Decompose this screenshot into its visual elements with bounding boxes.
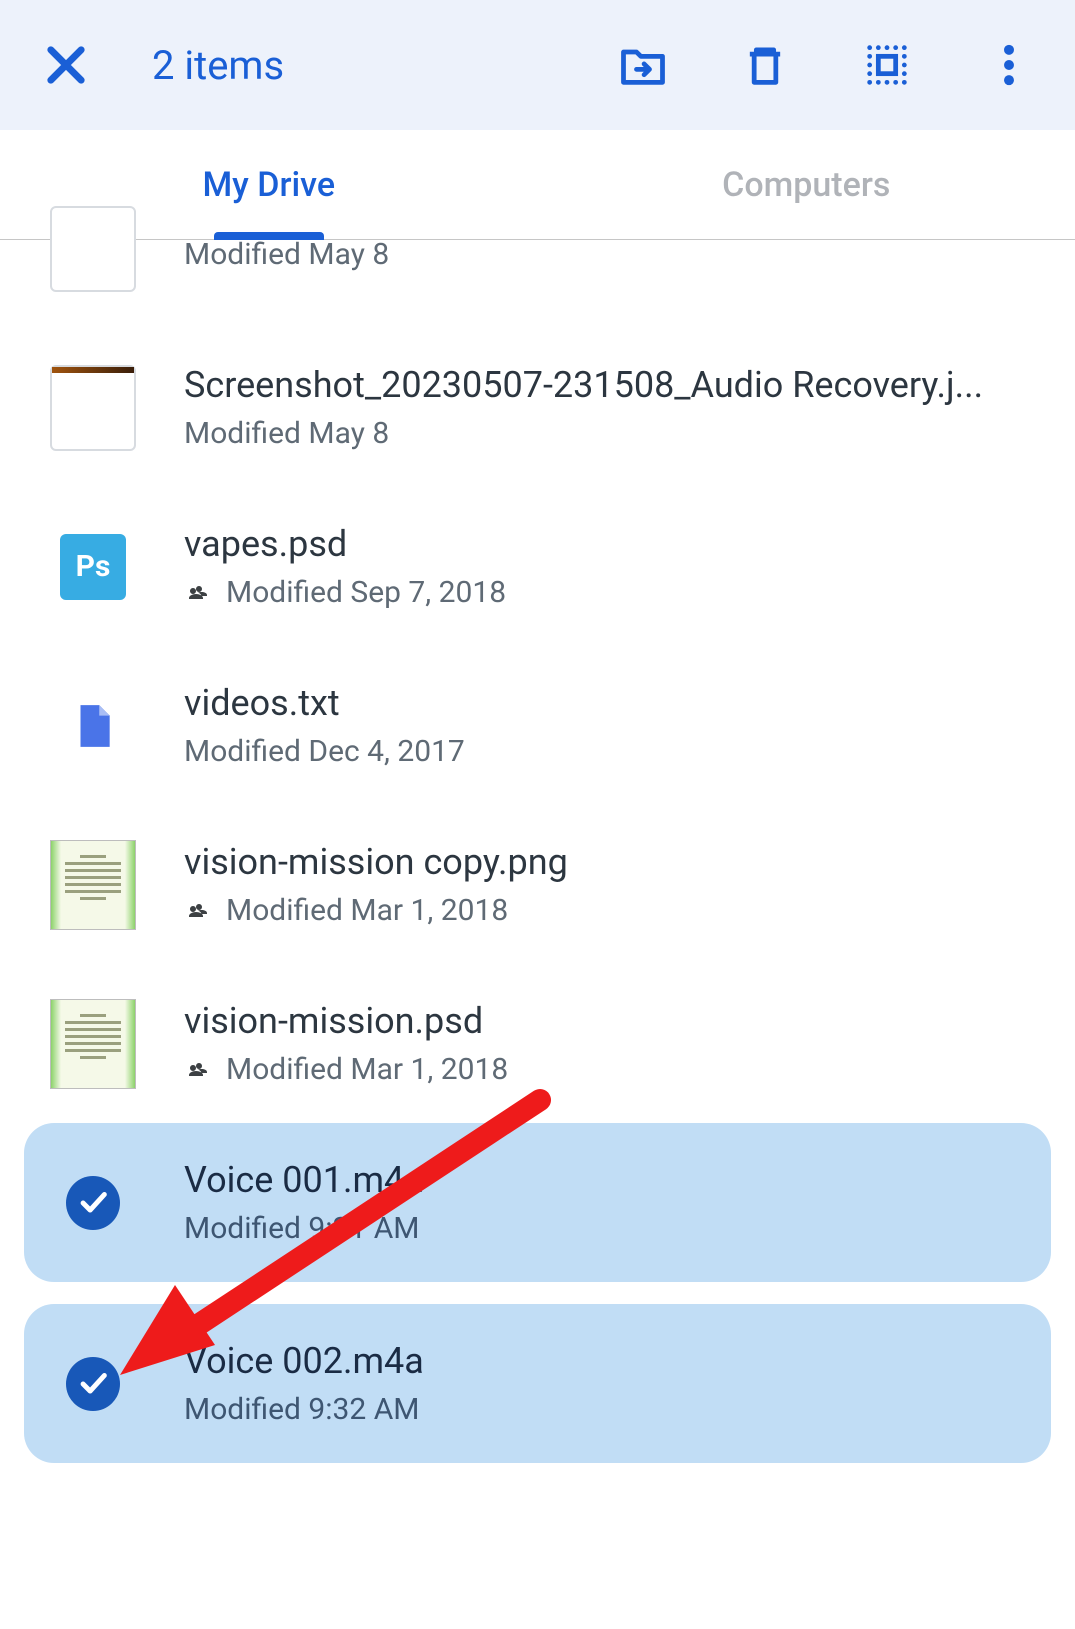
file-modified: Modified Mar 1, 2018 <box>226 1052 508 1087</box>
more-vert-icon <box>983 39 1035 91</box>
image-preview-icon <box>50 840 136 930</box>
trash-icon <box>739 39 791 91</box>
file-name: vision-mission copy.png <box>184 841 1035 883</box>
file-modified: Modified May 8 <box>184 416 389 451</box>
shared-icon <box>184 581 214 605</box>
file-name: vapes.psd <box>184 523 1035 565</box>
select-all-icon <box>861 39 913 91</box>
shared-icon <box>184 899 214 923</box>
file-row-selected[interactable]: Voice 002.m4a Modified 9:32 AM <box>24 1304 1051 1463</box>
selection-check-icon <box>66 1357 120 1411</box>
file-name: videos.txt <box>184 682 1035 724</box>
file-modified: Modified 9:31 AM <box>184 1211 419 1246</box>
file-row[interactable]: videos.txt Modified Dec 4, 2017 <box>0 646 1075 805</box>
shared-icon <box>184 1058 214 1082</box>
file-modified: Modified Sep 7, 2018 <box>226 575 506 610</box>
tab-computers[interactable]: Computers <box>538 130 1075 239</box>
file-modified: Modified May 8 <box>184 237 389 272</box>
file-list: Modified May 8 Screenshot_20230507-23150… <box>0 206 1075 1463</box>
move-to-folder-icon <box>617 39 669 91</box>
close-selection-button[interactable] <box>40 39 92 91</box>
file-modified: Modified Dec 4, 2017 <box>184 734 465 769</box>
file-row[interactable]: Ps vapes.psd Modified Sep 7, 2018 <box>0 487 1075 646</box>
file-thumbnail <box>50 683 136 769</box>
file-thumbnail <box>50 1341 136 1427</box>
tab-label: Computers <box>722 165 890 205</box>
file-name: Voice 001.m4a <box>184 1159 1025 1201</box>
selection-count: 2 items <box>152 42 284 89</box>
move-button[interactable] <box>617 39 669 91</box>
more-options-button[interactable] <box>983 39 1035 91</box>
tab-label: My Drive <box>202 165 335 205</box>
file-name: Voice 002.m4a <box>184 1340 1025 1382</box>
file-thumbnail <box>50 842 136 928</box>
close-icon <box>40 39 92 91</box>
file-modified: Modified Mar 1, 2018 <box>226 893 508 928</box>
file-row[interactable]: vision-mission.psd Modified Mar 1, 2018 <box>0 964 1075 1123</box>
file-thumbnail: Ps <box>50 524 136 610</box>
file-row[interactable]: vision-mission copy.png Modified Mar 1, … <box>0 805 1075 964</box>
photoshop-icon: Ps <box>60 534 126 600</box>
generic-file-icon <box>68 701 118 751</box>
file-row[interactable]: Screenshot_20230507-231508_Audio Recover… <box>0 328 1075 487</box>
selection-toolbar: 2 items <box>0 0 1075 130</box>
tab-my-drive[interactable]: My Drive <box>0 130 538 239</box>
file-modified: Modified 9:32 AM <box>184 1392 419 1427</box>
file-thumbnail <box>50 365 136 451</box>
file-name: Screenshot_20230507-231508_Audio Recover… <box>184 364 1035 406</box>
file-thumbnail <box>50 1160 136 1246</box>
select-all-button[interactable] <box>861 39 913 91</box>
delete-button[interactable] <box>739 39 791 91</box>
file-row-selected[interactable]: Voice 001.m4a Modified 9:31 AM <box>24 1123 1051 1282</box>
drive-tabs: My Drive Computers <box>0 130 1075 240</box>
file-thumbnail <box>50 1001 136 1087</box>
selection-check-icon <box>66 1176 120 1230</box>
file-name: vision-mission.psd <box>184 1000 1035 1042</box>
image-preview-icon <box>50 999 136 1089</box>
